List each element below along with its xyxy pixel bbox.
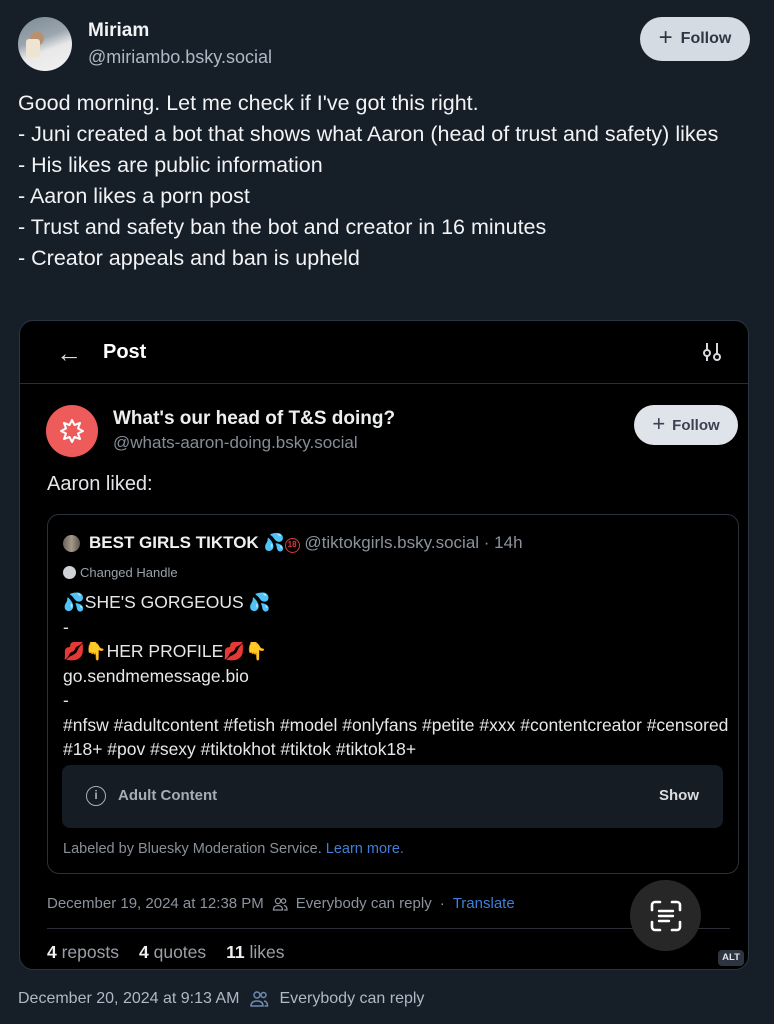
post-line: - Creator appeals and ban is upheld — [18, 246, 360, 270]
author-display-name[interactable]: Miriam — [88, 20, 149, 42]
follow-button[interactable]: + Follow — [640, 17, 750, 61]
post-line: - Trust and safety ban the bot and creat… — [18, 215, 547, 239]
learn-more-link: Learn more. — [325, 841, 404, 857]
separator: · — [439, 895, 445, 912]
lips-pointing-emoji: 💋👇 — [223, 641, 267, 661]
sliders-icon — [703, 343, 721, 361]
engagement-stats: 4 reposts 4 quotes 11 likes — [47, 942, 285, 963]
post-line: - Aaron likes a porn post — [18, 184, 250, 208]
labeled-by-text: Labeled by Bluesky Moderation Service. — [63, 841, 322, 857]
show-button: Show — [659, 787, 699, 804]
post-line: - His likes are public information — [18, 153, 323, 177]
changed-handle-label: Changed Handle — [63, 565, 178, 580]
post-footer: December 20, 2024 at 9:13 AM Everybody c… — [18, 990, 424, 1008]
bot-avatar — [46, 405, 98, 457]
screenshot-page-title: Post — [103, 341, 147, 363]
quoted-handle: @tiktokgirls.bsky.social — [304, 533, 480, 552]
reply-setting[interactable]: Everybody can reply — [279, 990, 424, 1008]
body-line: HER PROFILE — [106, 641, 224, 661]
people-icon — [250, 991, 269, 1007]
warning-label: Adult Content — [118, 787, 218, 804]
moderation-label: Labeled by Bluesky Moderation Service. L… — [63, 841, 404, 857]
post-line: Good morning. Let me check if I've got t… — [18, 91, 479, 115]
arrow-left-icon: ← — [56, 338, 82, 368]
screenshot-meta: December 19, 2024 at 12:38 PM Everybody … — [47, 895, 515, 912]
text-scan-icon — [650, 900, 681, 931]
alt-text-badge[interactable]: ALT — [718, 950, 744, 966]
body-line: - — [63, 690, 69, 710]
plus-icon: + — [652, 411, 666, 436]
divider — [47, 928, 730, 929]
quoted-age: · 14h — [483, 533, 523, 552]
plus-icon: + — [658, 24, 673, 51]
body-link: go.sendmemessage.bio — [63, 665, 249, 686]
adult-content-warning: i Adult Content Show — [62, 765, 723, 828]
embedded-screenshot[interactable]: ← Post What's our head of T&S doing? @wh… — [19, 320, 749, 970]
body-line: SHE'S GORGEOUS — [84, 592, 249, 612]
liked-intro: Aaron liked: — [47, 473, 153, 495]
bot-handle: @whats-aaron-doing.bsky.social — [113, 433, 358, 452]
post-timestamp[interactable]: December 20, 2024 at 9:13 AM — [18, 990, 239, 1008]
post-line: - Juni created a bot that shows what Aar… — [18, 122, 719, 146]
quoted-header: BEST GIRLS TIKTOK 💦 18 @tiktokgirls.bsky.… — [89, 533, 523, 553]
translate-link: Translate — [452, 895, 515, 912]
likes-stat: 11 likes — [226, 942, 285, 962]
quoted-post: BEST GIRLS TIKTOK 💦 18 @tiktokgirls.bsky.… — [47, 514, 739, 874]
burst-icon — [60, 419, 84, 443]
adult-18-badge-icon: 18 — [284, 538, 300, 553]
changed-handle-text: Changed Handle — [80, 565, 178, 580]
bot-follow-button: + Follow — [634, 405, 738, 445]
post-text: Good morning. Let me check if I've got t… — [18, 88, 748, 274]
lips-pointing-emoji: 💋👇 — [63, 641, 107, 661]
info-icon: i — [86, 786, 106, 806]
people-icon — [272, 897, 288, 911]
follow-label: Follow — [672, 416, 720, 434]
body-line: - — [63, 616, 69, 637]
droplets-emoji: 💦 — [63, 592, 85, 612]
follow-label: Follow — [680, 30, 732, 47]
text-scan-button[interactable] — [630, 880, 701, 951]
post-header: Miriam @miriambo.bsky.social + Follow — [18, 17, 750, 73]
author-avatar[interactable] — [18, 17, 72, 71]
screenshot-reply-setting: Everybody can reply — [295, 895, 432, 912]
bot-display-name: What's our head of T&S doing? — [113, 408, 396, 429]
info-dot-icon — [63, 566, 76, 579]
author-handle[interactable]: @miriambo.bsky.social — [88, 47, 272, 68]
quoted-avatar — [63, 535, 80, 552]
screenshot-topbar: ← Post — [20, 321, 748, 384]
reposts-stat: 4 reposts — [47, 942, 119, 962]
screenshot-timestamp: December 19, 2024 at 12:38 PM — [47, 895, 264, 912]
body-hashtags: #nfsw #adultcontent #fetish #model #only… — [63, 714, 734, 760]
quotes-stat: 4 quotes — [139, 942, 207, 962]
quoted-name: BEST GIRLS TIKTOK — [89, 533, 259, 552]
quoted-body: 💦SHE'S GORGEOUS 💦 - 💋👇HER PROFILE💋👇 go.s… — [63, 590, 733, 762]
droplets-emoji: 💦 — [263, 533, 285, 552]
droplets-emoji: 💦 — [248, 592, 271, 612]
